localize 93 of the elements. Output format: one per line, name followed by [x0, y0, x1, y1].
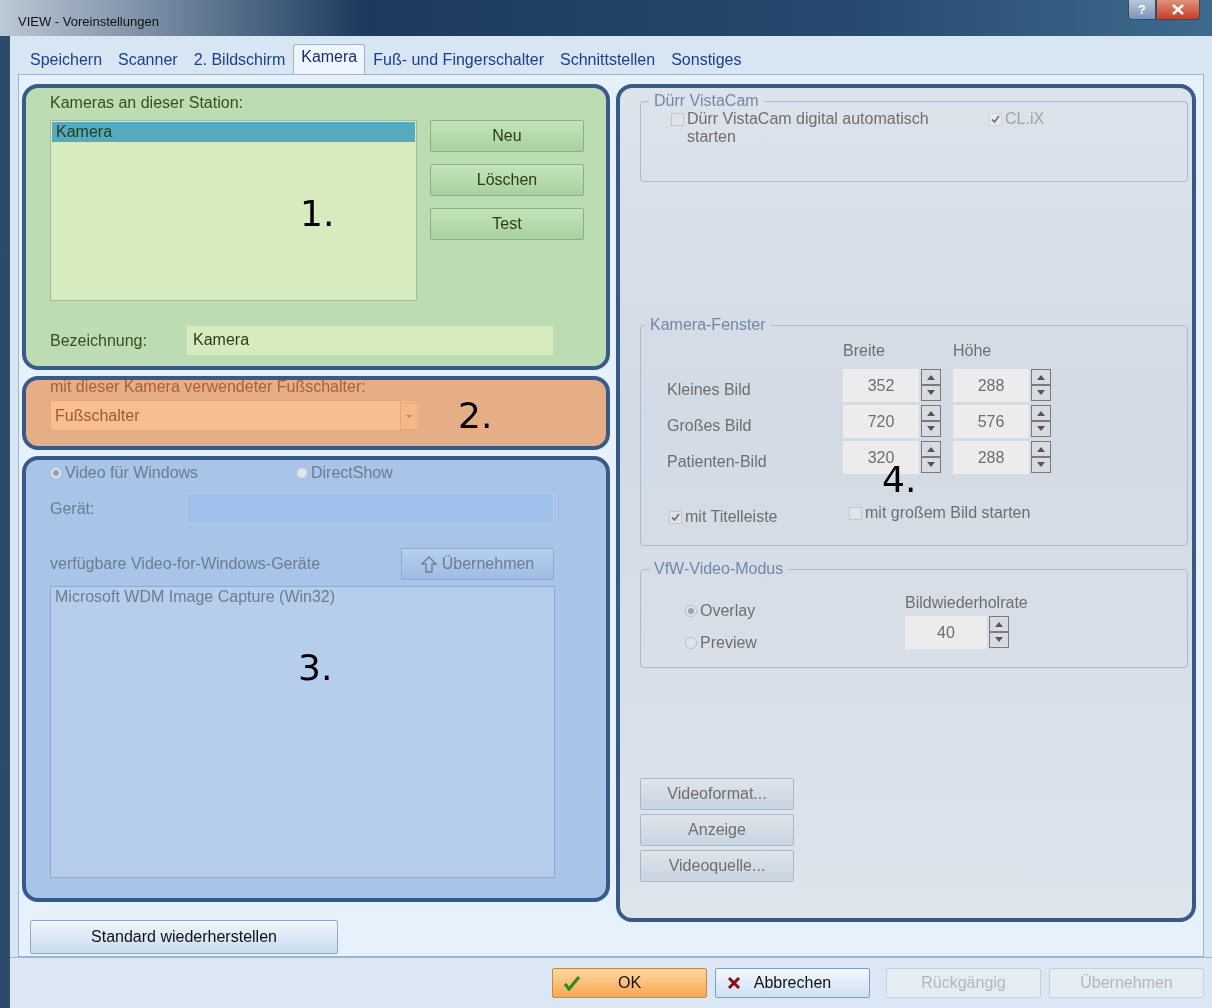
camera-action-button[interactable]: Test: [430, 208, 584, 240]
tab[interactable]: Speichern: [22, 47, 111, 74]
camera-action-button[interactable]: Neu: [430, 120, 584, 152]
checkbox[interactable]: [671, 113, 684, 126]
checkbox-label: mit großem Bild starten: [865, 504, 1031, 522]
triangle-down-icon: [926, 390, 936, 396]
dialog-button[interactable]: Abbrechen: [715, 968, 870, 998]
device-list-item[interactable]: Microsoft WDM Image Capture (Win32): [51, 587, 554, 607]
spin-up-button[interactable]: [989, 616, 1009, 632]
checkbox-label: mit Titelleiste: [685, 508, 778, 526]
number-field[interactable]: 288: [953, 369, 1029, 402]
spin-down-button[interactable]: [921, 385, 941, 401]
triangle-down-icon: [1036, 390, 1046, 396]
dialog-button[interactable]: OK: [552, 968, 707, 998]
camera-action-button[interactable]: Löschen: [430, 164, 584, 196]
available-devices-label: verfügbare Video-for-Windows-Geräte: [50, 555, 321, 573]
triangle-down-icon: [926, 462, 936, 468]
arrow-up-icon: [420, 555, 437, 573]
group-title: Dürr VistaCam: [653, 92, 760, 110]
apply-device-button[interactable]: Übernehmen: [401, 548, 554, 580]
checkbox[interactable]: [669, 511, 682, 524]
radio-label: Overlay: [700, 602, 756, 620]
triangle-up-icon: [926, 446, 936, 452]
video-settings-button[interactable]: Videoformat...: [640, 778, 794, 810]
spin-up-button[interactable]: [1031, 441, 1051, 457]
triangle-up-icon: [1036, 446, 1046, 452]
group-title: Kamera-Fenster: [649, 316, 767, 334]
row-label: Großes Bild: [667, 415, 753, 435]
number-field[interactable]: 352: [843, 369, 919, 402]
triangle-down-icon: [926, 426, 936, 432]
radio-button[interactable]: [50, 467, 62, 479]
triangle-down-icon: [1036, 462, 1046, 468]
number-field[interactable]: 288: [953, 441, 1029, 474]
name-label: Bezeichnung:: [50, 331, 148, 350]
cross-icon: [726, 975, 742, 991]
device-label: Gerät:: [50, 499, 96, 518]
number-field[interactable]: 576: [953, 405, 1029, 438]
triangle-up-icon: [926, 410, 936, 416]
column-header: Höhe: [953, 342, 993, 360]
tab[interactable]: Kamera: [293, 44, 366, 75]
window-title: VIEW - Voreinstellungen: [18, 14, 159, 29]
triangle-down-icon: [1036, 426, 1046, 432]
spin-down-button[interactable]: [989, 632, 1009, 648]
number-field[interactable]: 720: [843, 405, 919, 438]
radio-label: Video für Windows: [65, 464, 199, 482]
annotation-number: 2.: [458, 398, 493, 434]
row-label: Kleines Bild: [667, 379, 752, 399]
checkbox-label: Dürr VistaCam digital automatisch starten: [687, 110, 930, 146]
spin-up-button[interactable]: [1031, 405, 1051, 421]
footswitch-dropdown[interactable]: Fußschalter: [50, 400, 420, 431]
camera-list-item[interactable]: Kamera: [52, 122, 415, 142]
group-title: VfW-Video-Modus: [653, 560, 785, 578]
triangle-up-icon: [1036, 374, 1046, 380]
footswitch-label: mit dieser Kamera verwendeter Fußschalter:: [50, 378, 367, 396]
checkbox-label: CL.iX: [1005, 110, 1045, 128]
triangle-up-icon: [994, 621, 1004, 627]
radio-button[interactable]: [685, 637, 697, 649]
tab[interactable]: 2. Bildschirm: [185, 47, 294, 74]
checkbox[interactable]: [849, 507, 862, 520]
name-field[interactable]: Kamera: [186, 325, 554, 356]
checkmark-icon: [563, 975, 581, 991]
restore-defaults-button[interactable]: Standard wiederherstellen: [30, 920, 338, 954]
row-label: Patienten-Bild: [667, 451, 768, 471]
spin-down-button[interactable]: [1031, 421, 1051, 437]
close-icon: [1172, 4, 1184, 15]
radio-button[interactable]: [296, 467, 308, 479]
spin-up-button[interactable]: [921, 441, 941, 457]
close-button[interactable]: [1156, 0, 1200, 20]
triangle-up-icon: [926, 374, 936, 380]
video-settings-button[interactable]: Videoquelle...: [640, 850, 794, 882]
triangle-down-icon: [994, 637, 1004, 643]
annotation-number: 1.: [300, 196, 335, 232]
annotation-number: 3.: [298, 650, 333, 686]
spin-down-button[interactable]: [1031, 385, 1051, 401]
frame-rate-label: Bildwiederholrate: [905, 594, 1028, 612]
spin-up-button[interactable]: [921, 369, 941, 385]
tab[interactable]: Sonstiges: [663, 47, 750, 74]
radio-label: DirectShow: [311, 464, 393, 482]
radio-button[interactable]: [685, 605, 697, 617]
tab[interactable]: Fuß- und Fingerschalter: [365, 47, 552, 74]
cameras-label: Kameras an dieser Station:: [50, 94, 244, 112]
spin-down-button[interactable]: [1031, 457, 1051, 473]
spin-up-button[interactable]: [921, 405, 941, 421]
tab[interactable]: Schnittstellen: [552, 47, 664, 74]
spin-up-button[interactable]: [1031, 369, 1051, 385]
number-field[interactable]: 40: [905, 616, 987, 649]
video-settings-button[interactable]: Anzeige: [640, 814, 794, 846]
spin-down-button[interactable]: [921, 421, 941, 437]
spin-down-button[interactable]: [921, 457, 941, 473]
column-header: Breite: [843, 342, 886, 360]
triangle-up-icon: [1036, 410, 1046, 416]
tab[interactable]: Scanner: [110, 47, 186, 74]
radio-label: Preview: [700, 634, 757, 652]
